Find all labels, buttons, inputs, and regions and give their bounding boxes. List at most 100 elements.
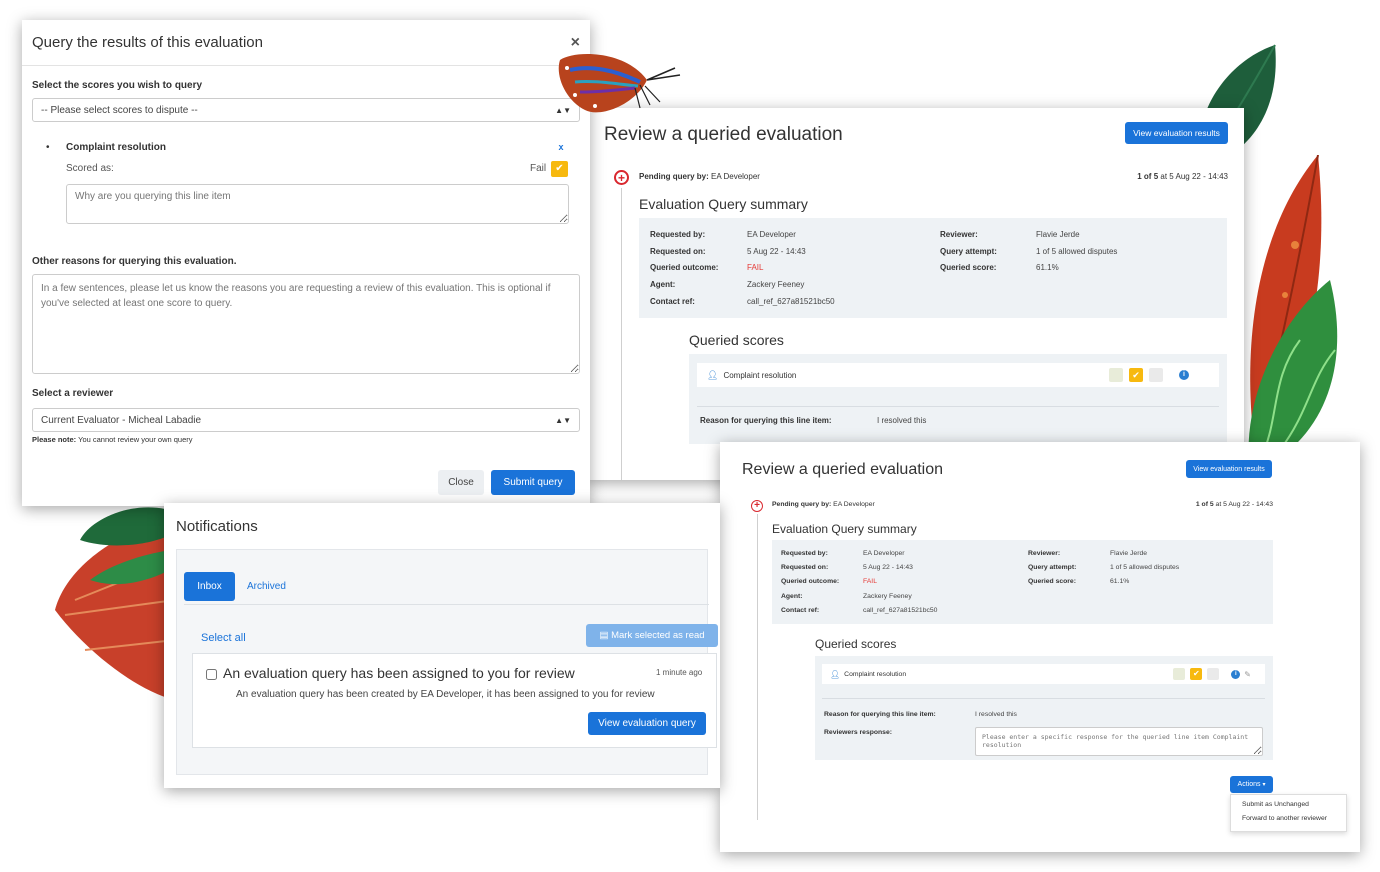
user-icon: 👤︎	[707, 369, 719, 380]
review-panel-top: Review a queried evaluation View evaluat…	[586, 108, 1244, 480]
notification-checkbox[interactable]	[206, 669, 217, 680]
requested-on-label: Requested on:	[650, 247, 706, 256]
reviewer-note: Please note: You cannot review your own …	[32, 435, 193, 444]
tab-archived[interactable]: Archived	[247, 581, 286, 592]
requested-by-label: Requested by:	[781, 550, 828, 557]
query-attempt-value: 1 of 5 allowed disputes	[1036, 247, 1118, 256]
reason-value: I resolved this	[975, 711, 1017, 718]
butterfly	[558, 54, 681, 113]
reviewer-label: Select a reviewer	[32, 388, 114, 399]
scores-select[interactable]: -- Please select scores to dispute -- ▲▼	[32, 98, 580, 122]
notifications-panel: Notifications Inbox Archived Select all …	[164, 503, 720, 788]
reviewer-label: Reviewer:	[1028, 550, 1061, 557]
inbox-icon: ▤	[599, 630, 609, 641]
view-evaluation-results-button[interactable]: View evaluation results	[1125, 122, 1228, 144]
check-icon[interactable]: ✔	[1129, 368, 1143, 382]
actions-menu: Submit as Unchanged Forward to another r…	[1230, 794, 1347, 832]
agent-value: Zackery Feeney	[863, 593, 912, 600]
pencil-icon[interactable]: ✎	[1244, 670, 1251, 679]
modal-header: Query the results of this evaluation ×	[22, 20, 590, 66]
mark-selected-read-button[interactable]: ▤ Mark selected as read	[586, 624, 718, 647]
requested-on-label: Requested on:	[781, 564, 829, 571]
score-option-pass[interactable]	[1173, 668, 1186, 680]
actions-button[interactable]: Actions ▾	[1230, 776, 1273, 793]
user-icon: 👤︎	[830, 669, 841, 679]
reason-value: I resolved this	[877, 416, 927, 425]
leaf-green-left	[80, 507, 170, 585]
attempt-date: at 5 Aug 22 - 14:43	[1158, 172, 1228, 181]
queried-scores-title: Queried scores	[815, 637, 897, 651]
other-reasons-input[interactable]	[32, 274, 580, 374]
queried-scores-title: Queried scores	[689, 332, 784, 348]
pending-query-label: Pending query by:	[639, 172, 709, 181]
mark-read-label: Mark selected as read	[611, 630, 705, 641]
menu-item-submit-unchanged[interactable]: Submit as Unchanged	[1242, 801, 1309, 808]
score-item-name: Complaint resolution	[723, 370, 797, 380]
score-option-na[interactable]	[1207, 668, 1220, 680]
requested-by-value: EA Developer	[747, 230, 796, 239]
notification-title: An evaluation query has been assigned to…	[223, 665, 575, 681]
reviewer-value: Flavie Jerde	[1110, 550, 1148, 557]
reviewer-select[interactable]: Current Evaluator - Micheal Labadie ▲▼	[32, 408, 580, 432]
reviewer-value: Flavie Jerde	[1036, 230, 1080, 239]
requested-on-value: 5 Aug 22 - 14:43	[863, 564, 913, 571]
line-item-reason-input[interactable]	[66, 184, 569, 224]
caret-down-icon: ▾	[1262, 782, 1266, 788]
select-all-link[interactable]: Select all	[201, 632, 246, 644]
score-row[interactable]: 👤︎ Complaint resolution ✔ i	[697, 363, 1219, 387]
info-icon[interactable]: i	[1179, 370, 1189, 380]
view-evaluation-query-button[interactable]: View evaluation query	[588, 712, 706, 735]
contact-ref-value: call_ref_627a81521bc50	[747, 297, 835, 306]
actions-label: Actions	[1237, 781, 1261, 788]
queried-outcome-value: FAIL	[863, 578, 877, 585]
item-name: Complaint resolution	[66, 142, 166, 153]
queried-scores-box: 👤︎ Complaint resolution ✔ i ✎ Reason for…	[815, 656, 1273, 760]
summary-title: Evaluation Query summary	[772, 522, 917, 536]
reviewer-label: Reviewer:	[940, 230, 978, 239]
bullet: •	[46, 142, 50, 153]
requested-by-label: Requested by:	[650, 230, 706, 239]
notification-item: An evaluation query has been assigned to…	[192, 653, 717, 748]
remove-item-icon[interactable]: x	[556, 142, 566, 152]
queried-scores-box: 👤︎ Complaint resolution ✔ i Reason for q…	[689, 354, 1227, 444]
queried-score-value: 61.1%	[1110, 578, 1130, 585]
queried-score-value: 61.1%	[1036, 263, 1059, 272]
contact-ref-value: call_ref_627a81521bc50	[863, 607, 938, 614]
menu-item-forward-reviewer[interactable]: Forward to another reviewer	[1242, 815, 1327, 822]
attempt-count: 1 of 5	[1137, 172, 1159, 181]
summary-box: Requested by: EA Developer Requested on:…	[772, 540, 1273, 624]
scored-as-value: Fail	[530, 163, 547, 174]
close-button[interactable]: Close	[438, 470, 484, 495]
plus-circle-icon: +	[751, 500, 763, 512]
query-modal: Query the results of this evaluation × S…	[22, 20, 590, 506]
pending-query-line: Pending query by: EA Developer	[639, 172, 760, 181]
submit-query-button[interactable]: Submit query	[491, 470, 575, 495]
other-reasons-label: Other reasons for querying this evaluati…	[32, 256, 237, 267]
page-title: Review a queried evaluation	[604, 124, 843, 145]
close-icon[interactable]: ×	[571, 34, 580, 52]
score-option-pass[interactable]	[1109, 368, 1123, 382]
score-option-na[interactable]	[1149, 368, 1163, 382]
reviewers-response-input[interactable]	[975, 727, 1263, 756]
reviewer-select-value: Current Evaluator - Micheal Labadie	[41, 414, 202, 426]
notification-body: An evaluation query has been created by …	[236, 689, 655, 700]
pending-query-line: Pending query by: EA Developer	[772, 501, 875, 508]
divider	[697, 406, 1219, 407]
note-bold: Please note:	[32, 435, 77, 444]
page-title: Review a queried evaluation	[742, 461, 944, 478]
check-icon[interactable]: ✔	[1190, 668, 1203, 680]
queried-score-label: Queried score:	[1028, 578, 1076, 585]
tab-inbox[interactable]: Inbox	[184, 572, 235, 601]
score-item-name: Complaint resolution	[844, 670, 907, 678]
modal-title: Query the results of this evaluation	[32, 34, 263, 51]
query-attempt-value: 1 of 5 allowed disputes	[1110, 564, 1180, 571]
view-evaluation-results-button[interactable]: View evaluation results	[1186, 460, 1272, 478]
attempt-count: 1 of 5	[1195, 501, 1214, 508]
score-row[interactable]: 👤︎ Complaint resolution ✔ i ✎	[822, 664, 1265, 684]
query-attempt-label: Query attempt:	[940, 247, 997, 256]
query-attempt-label: Query attempt:	[1028, 564, 1077, 571]
info-icon[interactable]: i	[1231, 669, 1241, 679]
scores-select-value: -- Please select scores to dispute --	[41, 104, 198, 116]
pending-query-label: Pending query by:	[772, 501, 832, 508]
tab-divider	[184, 604, 709, 605]
